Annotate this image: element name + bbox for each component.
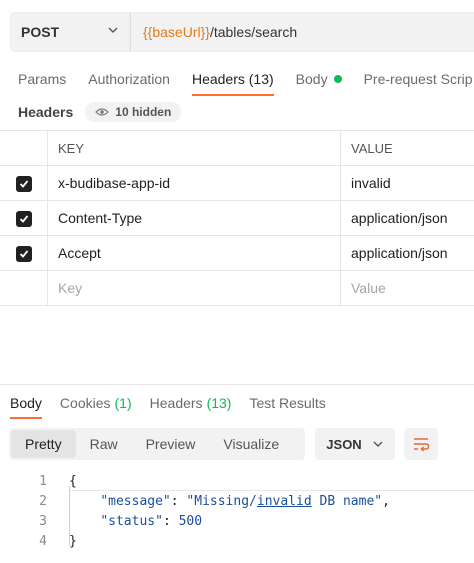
view-preview[interactable]: Preview: [132, 430, 210, 458]
table-row: x-budibase-app-id invalid: [0, 165, 474, 201]
new-key-input[interactable]: Key: [47, 270, 341, 306]
response-tab-test-results[interactable]: Test Results: [249, 392, 325, 414]
method-label: POST: [21, 24, 60, 40]
url-variable: {{baseUrl}}: [143, 24, 210, 40]
response-tab-body[interactable]: Body: [10, 392, 42, 419]
wrap-lines-button[interactable]: [404, 428, 438, 460]
code-text: }: [69, 533, 77, 549]
view-mode-switch: Pretty Raw Preview Visualize: [9, 428, 305, 460]
checkmark-icon: [19, 250, 28, 258]
row-checkbox[interactable]: [15, 175, 32, 192]
tab-label: Cookies: [59, 395, 111, 411]
header-key[interactable]: x-budibase-app-id: [47, 165, 341, 201]
header-check-col: [0, 130, 48, 166]
json-key: "status": [100, 513, 163, 529]
column-header-value: VALUE: [340, 130, 474, 166]
header-key[interactable]: Content-Type: [47, 200, 341, 236]
json-number: 500: [178, 513, 203, 529]
line-number: 1: [39, 473, 47, 489]
chevron-down-icon: [372, 438, 384, 450]
method-select[interactable]: POST: [10, 12, 130, 52]
wrap-lines-icon: [412, 436, 430, 452]
row-checkbox[interactable]: [15, 245, 32, 262]
headers-section-header: Headers 10 hidden: [18, 102, 182, 122]
table-row: Accept application/json: [0, 235, 474, 271]
tab-count: (13): [206, 395, 232, 411]
checkmark-icon: [19, 215, 28, 223]
line-number: 3: [39, 513, 47, 529]
request-tabs: Params Authorization Headers (13) Body P…: [18, 66, 474, 96]
response-tab-cookies[interactable]: Cookies (1): [60, 392, 132, 414]
new-value-input[interactable]: Value: [340, 270, 474, 306]
format-label: JSON: [326, 436, 362, 452]
tab-label: Headers: [149, 395, 203, 411]
json-key: "message": [100, 493, 171, 509]
pane-divider[interactable]: [0, 384, 474, 385]
request-bar: POST {{baseUrl}}/tables/search: [10, 12, 474, 52]
tab-body-label: Body: [295, 71, 328, 87]
headers-label: Headers: [18, 104, 74, 120]
url-input[interactable]: {{baseUrl}}/tables/search: [130, 12, 474, 52]
view-visualize[interactable]: Visualize: [209, 430, 293, 458]
response-body-code[interactable]: 1 { 2 "message": "Missing/invalid DB nam…: [0, 471, 474, 551]
tab-pre-request-script[interactable]: Pre-request Scrip: [364, 66, 473, 92]
checkmark-icon: [19, 180, 28, 188]
status-dot-icon: [333, 75, 342, 83]
tab-authorization[interactable]: Authorization: [88, 66, 170, 92]
tab-body[interactable]: Body: [296, 66, 342, 92]
view-pretty[interactable]: Pretty: [11, 430, 76, 458]
code-text: {: [69, 473, 77, 489]
hidden-headers-toggle[interactable]: 10 hidden: [85, 102, 182, 122]
header-value[interactable]: invalid: [340, 165, 474, 201]
hidden-count: 10 hidden: [115, 105, 172, 119]
tab-headers[interactable]: Headers (13): [191, 66, 274, 96]
code-line: 3 "status": 500: [0, 511, 474, 531]
column-header-key: KEY: [47, 130, 341, 166]
response-tabs: Body Cookies (1) Headers (13) Test Results: [10, 392, 344, 419]
json-string: "Missing/invalid DB name": [186, 493, 383, 509]
headers-table: KEY VALUE x-budibase-app-id invalid Cont…: [0, 130, 474, 306]
view-raw[interactable]: Raw: [76, 430, 132, 458]
table-row-new: Key Value: [0, 270, 474, 306]
table-row: Content-Type application/json: [0, 200, 474, 236]
header-value[interactable]: application/json: [340, 235, 474, 271]
line-number: 4: [39, 533, 47, 549]
tab-count: (1): [114, 395, 132, 411]
header-value[interactable]: application/json: [340, 200, 474, 236]
response-tab-headers[interactable]: Headers (13): [150, 392, 232, 414]
line-number: 2: [39, 493, 47, 509]
chevron-down-icon: [107, 23, 119, 41]
eye-icon: [95, 107, 110, 117]
code-line: 1 {: [0, 471, 474, 491]
header-key[interactable]: Accept: [47, 235, 341, 271]
code-line: 4 }: [0, 531, 474, 551]
tab-params[interactable]: Params: [18, 66, 66, 92]
table-header-row: KEY VALUE: [0, 130, 474, 166]
url-path: /tables/search: [209, 24, 298, 40]
code-line: 2 "message": "Missing/invalid DB name",: [0, 491, 474, 511]
row-checkbox[interactable]: [15, 210, 32, 227]
format-select[interactable]: JSON: [315, 428, 395, 460]
